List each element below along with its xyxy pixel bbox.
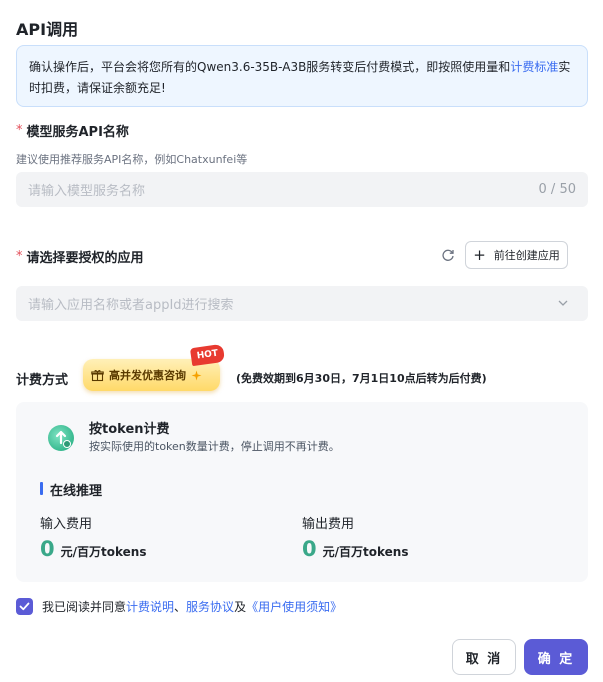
- hot-badge: HOT: [189, 343, 226, 367]
- agreement-checkbox[interactable]: [16, 598, 33, 615]
- agreement-prefix: 我已阅读并同意: [42, 600, 127, 614]
- service-name-hint: 建议使用推荐服务API名称，例如Chatxunfei等: [16, 153, 248, 166]
- service-name-label: 模型服务API名称: [26, 125, 129, 140]
- online-inference-title: 在线推理: [50, 484, 103, 499]
- billing-method-label: 计费方式: [16, 373, 69, 388]
- dialog-title: API调用: [16, 20, 79, 39]
- plan-description: 按实际使用的token数量计费，停止调用不再计费。: [89, 440, 340, 453]
- billing-notice: 确认操作后，平台会将您所有的Qwen3.6-35B-A3B服务转变后付费模式，即…: [16, 45, 588, 107]
- service-name-placeholder: 请输入模型服务名称: [28, 184, 146, 199]
- output-fee-value: 0: [302, 537, 317, 561]
- required-mark: *: [16, 249, 23, 264]
- create-app-label: 前往创建应用: [493, 249, 560, 262]
- input-fee: 0 元/百万tokens: [40, 537, 146, 561]
- required-mark: *: [16, 123, 23, 138]
- app-search-placeholder: 请输入应用名称或者appId进行搜索: [28, 298, 234, 313]
- cancel-button[interactable]: 取 消: [452, 639, 516, 675]
- output-fee: 0 元/百万tokens: [302, 537, 408, 561]
- plan-title: 按token计费: [89, 422, 170, 437]
- service-agreement-link[interactable]: 服务协议: [186, 598, 234, 615]
- confirm-button[interactable]: 确 定: [524, 639, 588, 675]
- agreement-sep2: 及: [234, 600, 247, 614]
- output-fee-label: 输出费用: [302, 517, 355, 532]
- agreement-sep1: 、: [174, 600, 187, 614]
- input-fee-unit: 元/百万tokens: [60, 545, 147, 559]
- gift-icon: [91, 369, 104, 381]
- agreement-row: 我已阅读并同意 计费说明、服务协议及《用户使用须知》: [16, 598, 342, 615]
- input-fee-label: 输入费用: [40, 517, 93, 532]
- token-billing-icon: [48, 425, 74, 451]
- service-name-label-row: * 模型服务API名称: [16, 121, 129, 140]
- sparkle-icon: [191, 370, 202, 380]
- input-fee-value: 0: [40, 537, 55, 561]
- refresh-icon[interactable]: [441, 248, 455, 262]
- create-app-button[interactable]: + 前往创建应用: [465, 241, 568, 269]
- check-icon: [19, 602, 30, 611]
- service-name-input[interactable]: 请输入模型服务名称 0 / 50: [16, 172, 588, 207]
- promo-consult-label: 高并发优惠咨询: [109, 369, 186, 382]
- billing-terms-link[interactable]: 计费说明: [126, 598, 174, 615]
- app-select-label: 请选择要授权的应用: [26, 251, 144, 266]
- user-notice-link[interactable]: 《用户使用须知》: [246, 598, 342, 615]
- notice-text-before: 确认操作后，平台会将您所有的Qwen3.6-35B-A3B服务转变后付费模式，即…: [29, 60, 511, 74]
- section-accent-bar: [40, 482, 43, 495]
- token-billing-card[interactable]: 按token计费 按实际使用的token数量计费，停止调用不再计费。 在线推理 …: [16, 402, 588, 582]
- char-counter: 0 / 50: [538, 182, 576, 197]
- api-call-dialog: API调用 确认操作后，平台会将您所有的Qwen3.6-35B-A3B服务转变后…: [0, 0, 603, 682]
- free-period-note: (免费效期到6月30日，7月1日10点后转为后付费): [236, 372, 487, 385]
- output-fee-unit: 元/百万tokens: [322, 545, 409, 559]
- plus-icon: +: [473, 245, 486, 264]
- pricing-standard-link[interactable]: 计费标准: [510, 60, 558, 74]
- app-search-select[interactable]: 请输入应用名称或者appId进行搜索: [16, 286, 588, 321]
- chevron-down-icon: [558, 300, 568, 306]
- app-select-label-row: * 请选择要授权的应用: [16, 247, 144, 266]
